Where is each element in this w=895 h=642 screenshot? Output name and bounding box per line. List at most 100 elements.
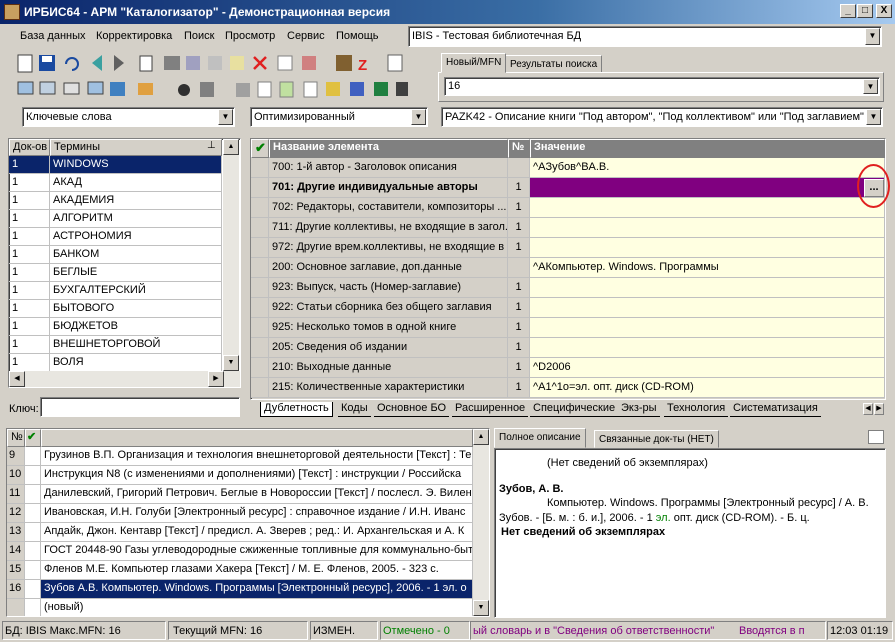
- terms-row[interactable]: 1 БАНКОМ: [9, 246, 222, 264]
- record-row[interactable]: (новый): [7, 599, 473, 616]
- close-button[interactable]: X: [876, 4, 892, 18]
- scroll-right-icon[interactable]: ▶: [208, 371, 224, 387]
- row-selector[interactable]: [251, 298, 269, 318]
- field-row[interactable]: 972: Другие врем.коллективы, не входящие…: [251, 238, 885, 258]
- records-header-no[interactable]: №: [7, 429, 25, 447]
- record-mark[interactable]: [25, 599, 41, 616]
- field-value[interactable]: [530, 338, 885, 358]
- row-selector[interactable]: [251, 258, 269, 278]
- field-value[interactable]: ^D2006: [530, 358, 885, 378]
- tabs-left-icon[interactable]: ◀: [863, 403, 873, 415]
- field-row[interactable]: 200: Основное заглавие, доп.данные ^AКомп…: [251, 258, 885, 278]
- field-row[interactable]: 711: Другие коллективы, не входящие в за…: [251, 218, 885, 238]
- terms-row[interactable]: 1 WINDOWS: [9, 156, 222, 174]
- tab-systematization[interactable]: Систематизация: [730, 402, 821, 417]
- tab-specific[interactable]: Специфические: [530, 402, 619, 417]
- scroll-up-icon[interactable]: ▲: [473, 429, 489, 445]
- menu-service[interactable]: Сервис: [287, 30, 325, 42]
- tab-duplicates[interactable]: Дублетность: [260, 402, 333, 417]
- terms-row[interactable]: 1 БУХГАЛТЕРСКИЙ: [9, 282, 222, 300]
- row-selector[interactable]: [251, 378, 269, 398]
- tab-extended[interactable]: Расширенное: [452, 402, 529, 417]
- field-row[interactable]: 215: Количественные характеристики 1 ^A1^1…: [251, 378, 885, 398]
- field-value[interactable]: [530, 218, 885, 238]
- record-mark[interactable]: [25, 523, 41, 542]
- terms-vscroll[interactable]: ▲ ▼: [223, 139, 239, 371]
- field-value[interactable]: ^AЗубов^BA.B.: [530, 158, 885, 178]
- database-select[interactable]: IBIS - Тестовая библиотечная БД ▼: [408, 26, 882, 47]
- fields-header-value[interactable]: Значение: [530, 139, 885, 158]
- menu-view[interactable]: Просмотр: [225, 30, 275, 42]
- fields-header-name[interactable]: Название элемента: [269, 139, 508, 158]
- optim-mode-select[interactable]: Оптимизированный ▼: [250, 107, 428, 127]
- check-icon[interactable]: ✔: [25, 429, 41, 447]
- minimize-button[interactable]: _: [840, 4, 856, 18]
- terms-row[interactable]: 1 ВНЕШНЕТОРГОВОЙ: [9, 336, 222, 354]
- terms-row[interactable]: 1 БЕГЛЫЕ: [9, 264, 222, 282]
- record-row[interactable]: 11 Данилевский, Григорий Петрович. Беглые…: [7, 485, 473, 504]
- terms-hscroll[interactable]: ◀ ▶: [9, 371, 240, 387]
- row-selector[interactable]: [251, 338, 269, 358]
- tab-technology[interactable]: Технология: [664, 402, 729, 417]
- scroll-down-icon[interactable]: ▼: [223, 355, 239, 371]
- row-selector[interactable]: [251, 318, 269, 338]
- field-row[interactable]: 205: Сведения об издании 1: [251, 338, 885, 358]
- key-input[interactable]: [40, 397, 240, 417]
- search-mode-select[interactable]: Ключевые слова ▼: [22, 107, 235, 127]
- tab-search-results[interactable]: Результаты поиска: [505, 55, 603, 73]
- tab-codes[interactable]: Коды: [338, 402, 371, 417]
- field-value[interactable]: ^A1^1o=эл. опт. диск (CD-ROM): [530, 378, 885, 398]
- record-mark[interactable]: [25, 504, 41, 523]
- terms-header-count[interactable]: Док-ов: [9, 139, 50, 156]
- field-row[interactable]: 925: Несколько томов в одной книге 1: [251, 318, 885, 338]
- record-row[interactable]: 13 Апдайк, Джон. Кентавр [Текст] / предис…: [7, 523, 473, 542]
- menu-database[interactable]: База данных: [20, 30, 86, 42]
- record-row[interactable]: 9 Грузинов В.П. Организация и технология …: [7, 447, 473, 466]
- menu-help[interactable]: Помощь: [336, 30, 379, 42]
- row-selector[interactable]: [251, 158, 269, 178]
- record-row[interactable]: 16 Зубов А.В. Компьютер. Windows. Програм…: [7, 580, 473, 599]
- field-row[interactable]: 922: Статьи сборника без общего заглавия…: [251, 298, 885, 318]
- scroll-up-icon[interactable]: ▲: [223, 139, 239, 155]
- tabs-right-icon[interactable]: ▶: [874, 403, 884, 415]
- field-value[interactable]: ^AКомпьютер. Windows. Программы: [530, 258, 885, 278]
- field-row[interactable]: 700: 1-й автор - Заголовок описания ^AЗуб…: [251, 158, 885, 178]
- row-selector[interactable]: [251, 198, 269, 218]
- scroll-left-icon[interactable]: ◀: [9, 371, 25, 387]
- row-selector[interactable]: [251, 218, 269, 238]
- fields-header-no[interactable]: №: [508, 139, 530, 158]
- row-selector[interactable]: [251, 238, 269, 258]
- record-mark[interactable]: [25, 485, 41, 504]
- terms-row[interactable]: 1 АСТРОНОМИЯ: [9, 228, 222, 246]
- row-selector[interactable]: [251, 278, 269, 298]
- tab-new-mfn[interactable]: Новый/MFN: [441, 53, 507, 73]
- field-value[interactable]: [530, 178, 885, 198]
- maximize-button[interactable]: □: [857, 4, 873, 18]
- record-mark[interactable]: [25, 447, 41, 466]
- field-row[interactable]: 923: Выпуск, часть (Номер-заглавие) 1: [251, 278, 885, 298]
- field-value[interactable]: [530, 198, 885, 218]
- field-value[interactable]: [530, 298, 885, 318]
- record-mark[interactable]: [25, 561, 41, 580]
- tab-copies[interactable]: Экз-ры: [618, 402, 660, 417]
- row-selector[interactable]: [251, 358, 269, 378]
- print-preview-icon[interactable]: [868, 430, 884, 444]
- terms-row[interactable]: 1 ВОЛЯ: [9, 354, 222, 371]
- field-row[interactable]: 702: Редакторы, составители, композиторы…: [251, 198, 885, 218]
- tab-full-description[interactable]: Полное описание: [494, 428, 586, 448]
- field-row[interactable]: 210: Выходные данные 1 ^D2006: [251, 358, 885, 378]
- terms-row[interactable]: 1 БЫТОВОГО: [9, 300, 222, 318]
- worksheet-select[interactable]: PAZK42 - Описание книги "Под автором", "…: [441, 107, 883, 127]
- record-row[interactable]: 12 Ивановская, И.Н. Голуби [Электронный р…: [7, 504, 473, 523]
- field-row[interactable]: 701: Другие индивидуальные авторы 1: [251, 178, 885, 198]
- record-mark[interactable]: [25, 542, 41, 561]
- field-value[interactable]: [530, 238, 885, 258]
- mfn-input[interactable]: 16 ▼: [444, 77, 880, 96]
- terms-row[interactable]: 1 БЮДЖЕТОВ: [9, 318, 222, 336]
- record-mark[interactable]: [25, 580, 41, 599]
- scroll-down-icon[interactable]: ▼: [473, 600, 489, 616]
- terms-header-terms[interactable]: Термины: [50, 139, 222, 156]
- records-vscroll[interactable]: ▲ ▼: [473, 429, 489, 616]
- record-row[interactable]: 14 ГОСТ 20448-90 Газы углеводородные сжиж…: [7, 542, 473, 561]
- tab-linked-docs[interactable]: Связанные док-ты (НЕТ): [594, 430, 719, 448]
